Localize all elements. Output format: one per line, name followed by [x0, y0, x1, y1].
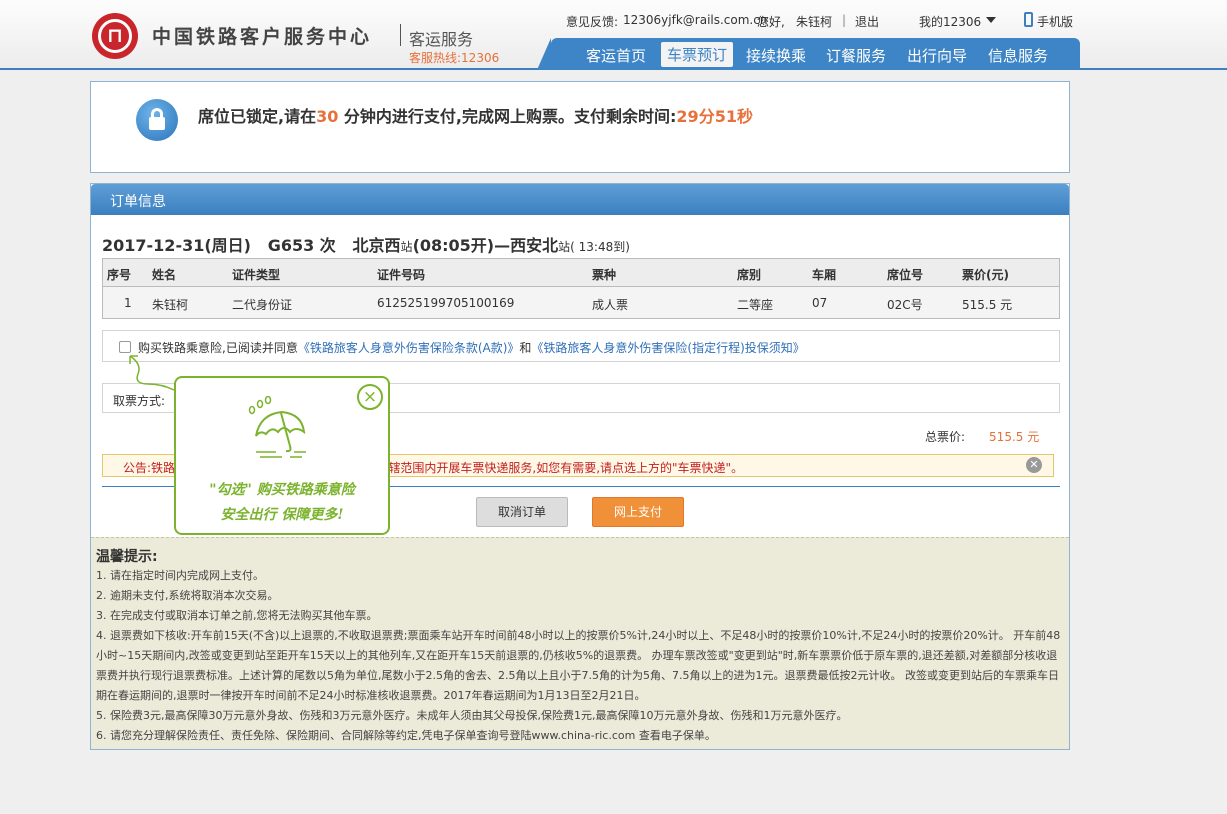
nav-info-service[interactable]: 信息服务: [988, 45, 1048, 66]
cell-seat-no: 02C号: [887, 298, 923, 312]
tip-item: 1. 请在指定时间内完成网上支付。: [96, 569, 264, 582]
site-subtitle: 客运服务: [409, 30, 474, 49]
tip-item: 3. 在完成支付或取消本订单之前,您将无法购买其他车票。: [96, 609, 378, 622]
nav-ticket-booking[interactable]: 车票预订: [661, 42, 734, 67]
insurance-text: 购买铁路乘意险,已阅读并同意《铁路旅客人身意外伤害保险条款(A款)》和《铁路旅客…: [138, 339, 805, 356]
total-price: 515.5 元: [989, 430, 1040, 444]
popup-pointer-arrow: [129, 355, 175, 391]
order-panel-header: 订单信息: [91, 184, 1069, 215]
mobile-version-link[interactable]: 手机版: [1037, 13, 1073, 30]
railway-logo-icon[interactable]: ⊓: [92, 13, 138, 59]
tip-item: 2. 逾期未支付,系统将取消本次交易。: [96, 589, 279, 602]
total-price-row: 总票价: 515.5 元: [925, 428, 1039, 445]
total-label: 总票价:: [925, 430, 966, 444]
table-header: 序号 姓名 证件类型 证件号码 票种 席别 车厢 席位号 票价(元): [103, 259, 1059, 287]
greeting-text: 您好,: [757, 15, 785, 29]
order-panel-title: 订单信息: [110, 194, 166, 210]
col-name: 姓名: [152, 268, 177, 282]
nav-meal-service[interactable]: 订餐服务: [826, 45, 886, 66]
popup-close-icon[interactable]: ×: [357, 384, 383, 410]
logout-link[interactable]: 退出: [855, 13, 879, 30]
from-station-suffix: 站: [400, 240, 413, 254]
from-station: 北京西: [352, 236, 401, 255]
insurance-terms-link[interactable]: 《铁路旅客人身意外伤害保险条款(A款)》: [298, 341, 520, 355]
tip-item: 6. 请您充分理解保险责任、责任免除、保险期间、合同解除等约定,凭电子保单查询号…: [96, 729, 716, 742]
col-seat-no: 席位号: [887, 268, 924, 282]
tips-title: 温馨提示:: [96, 549, 158, 565]
arrive-time: ( 13:48到): [570, 240, 630, 254]
service-hotline: 客服热线:12306: [409, 51, 500, 65]
tip-item: 5. 保险费3元,最高保障30万元意外身故、伤残和3万元意外医疗。未成年人须由其…: [96, 709, 848, 722]
col-price: 票价(元): [962, 268, 1009, 282]
site-title: 中国铁路客户服务中心: [152, 26, 373, 48]
insurance-notice-link[interactable]: 《铁路旅客人身意外伤害保险(指定行程)投保须知》: [531, 341, 804, 355]
col-seq: 序号: [107, 268, 132, 282]
close-icon[interactable]: ✕: [1026, 457, 1042, 473]
col-id-type: 证件类型: [232, 268, 281, 282]
cell-id-type: 二代身份证: [232, 298, 293, 312]
payment-countdown: 29分51秒: [676, 107, 753, 126]
tip-item: 4. 退票费如下核收:开车前15天(不含)以上退票的,不收取退票费;票面乘车站开…: [96, 629, 1061, 702]
nav-transfer[interactable]: 接续换乘: [746, 45, 806, 66]
lock-message: 席位已锁定,请在30 分钟内进行支付,完成网上购票。支付剩余时间:29分51秒: [198, 103, 753, 127]
table-row: 1 朱钰柯 二代身份证 612525199705100169 成人票 二等座 0…: [103, 287, 1059, 318]
mobile-phone-icon: [1024, 12, 1033, 27]
trip-summary: 2017-12-31(周日) G653 次 北京西站(08:05开)—西安北站(…: [102, 232, 630, 256]
train-number: G653 次: [267, 236, 336, 255]
depart-time: (08:05开)—: [412, 236, 511, 255]
feedback-email-link[interactable]: 12306yjfk@rails.com.cn: [623, 13, 767, 27]
tips-section: 温馨提示: 1. 请在指定时间内完成网上支付。 2. 逾期未支付,系统将取消本次…: [91, 537, 1069, 749]
cancel-order-button[interactable]: 取消订单: [476, 497, 568, 527]
popup-slogan-line2: 安全出行 保障更多!: [220, 507, 344, 523]
cell-seat-class: 二等座: [737, 298, 774, 312]
trip-date: 2017-12-31(周日): [102, 236, 251, 255]
cell-id-number: 612525199705100169: [377, 296, 515, 310]
insurance-promo-popup: × "勾选" 购买铁路乘意险 安全出行 保障更多!: [174, 376, 390, 535]
cell-seq: 1: [124, 296, 132, 310]
cell-coach: 07: [812, 296, 828, 310]
user-name-link[interactable]: 朱钰柯: [796, 13, 832, 30]
topbar-separator: |: [842, 13, 847, 27]
col-coach: 车厢: [812, 268, 837, 282]
popup-slogan-line1: "勾选" 购买铁路乘意险: [209, 482, 355, 498]
my12306-menu[interactable]: 我的12306: [919, 13, 981, 30]
feedback-label: 意见反馈:: [566, 15, 619, 29]
top-header: ⊓ 中国铁路客户服务中心 客运服务 客服热线:12306 意见反馈: 12306…: [0, 0, 1227, 70]
passenger-table: 序号 姓名 证件类型 证件号码 票种 席别 车厢 席位号 票价(元) 1 朱钰柯…: [102, 258, 1060, 319]
to-station-suffix: 站: [558, 240, 571, 254]
col-seat-class: 席别: [737, 268, 762, 282]
cell-name: 朱钰柯: [152, 298, 189, 312]
lock-icon: [136, 99, 178, 141]
cell-price: 515.5 元: [962, 298, 1013, 312]
insurance-row: 购买铁路乘意险,已阅读并同意《铁路旅客人身意外伤害保险条款(A款)》和《铁路旅客…: [102, 330, 1060, 362]
insurance-and: 和: [519, 341, 532, 355]
lock-text-prefix: 席位已锁定,请在: [198, 107, 317, 126]
nav-travel-guide[interactable]: 出行向导: [907, 45, 967, 66]
lock-minutes: 30: [316, 107, 339, 126]
online-pay-button[interactable]: 网上支付: [592, 497, 684, 527]
lock-text-middle: 分钟内进行支付,完成网上购票。支付剩余时间:: [338, 107, 677, 126]
cell-ticket-type: 成人票: [592, 298, 629, 312]
chevron-down-icon[interactable]: [986, 17, 996, 23]
nav-passenger-home[interactable]: 客运首页: [586, 45, 646, 66]
umbrella-rain-icon: [248, 396, 306, 458]
logo-glyph: ⊓: [107, 23, 123, 47]
to-station: 西安北: [510, 236, 559, 255]
seat-locked-banner: 席位已锁定,请在30 分钟内进行支付,完成网上购票。支付剩余时间:29分51秒: [90, 81, 1070, 173]
col-ticket-type: 票种: [592, 268, 617, 282]
main-nav: 客运首页 车票预订 接续换乘 订餐服务 出行向导 信息服务: [537, 38, 1080, 70]
col-id-number: 证件号码: [377, 268, 426, 282]
lock-body: [149, 117, 165, 130]
title-divider: [400, 24, 401, 46]
